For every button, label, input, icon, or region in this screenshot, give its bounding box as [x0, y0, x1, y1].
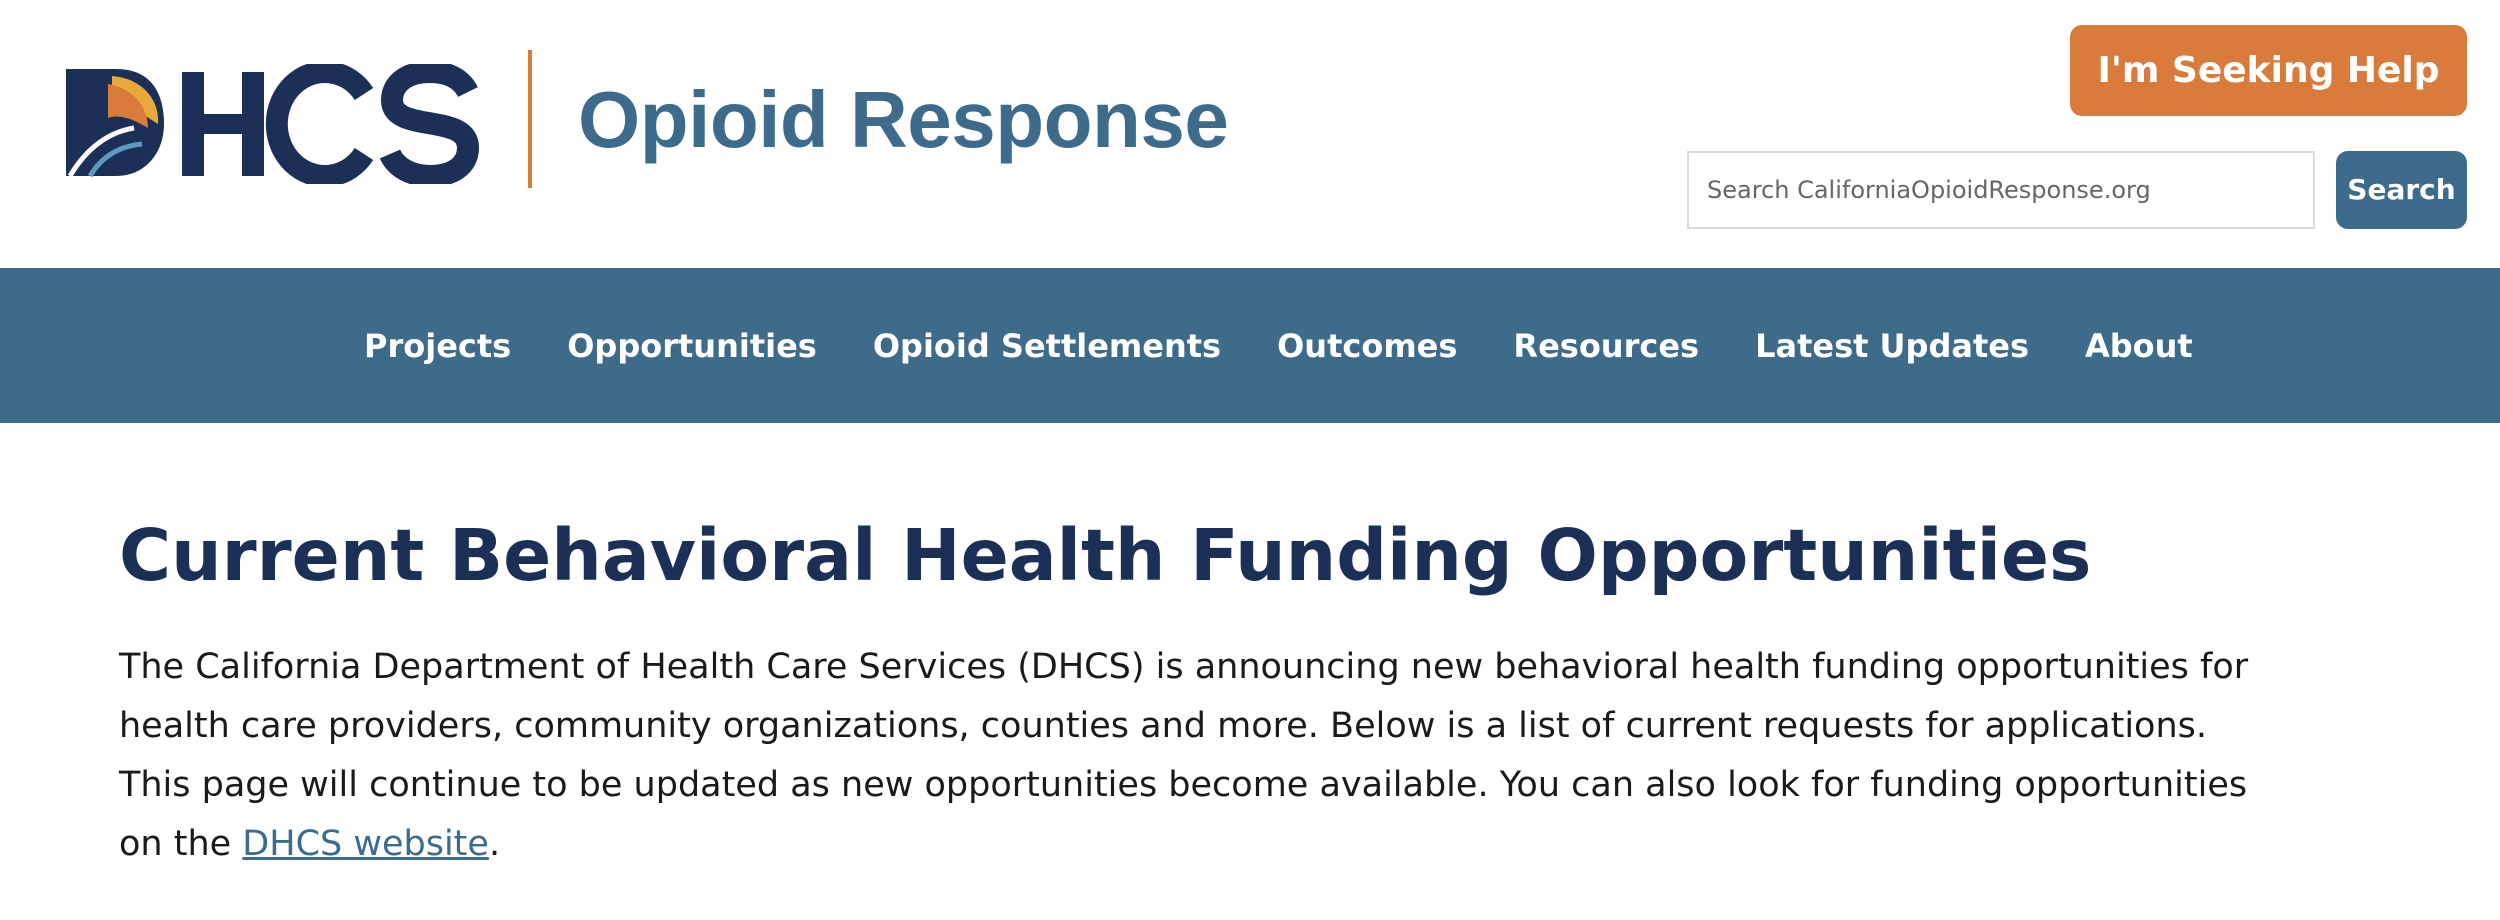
nav-item-opportunities[interactable]: Opportunities: [539, 327, 845, 365]
nav-item-resources[interactable]: Resources: [1485, 327, 1727, 365]
nav-list: Projects Opportunities Opioid Settlement…: [336, 268, 2221, 423]
nav-item-opioid-settlements[interactable]: Opioid Settlements: [845, 327, 1249, 365]
main-nav: Projects Opportunities Opioid Settlement…: [0, 268, 2500, 423]
intro-paragraph: The California Department of Health Care…: [119, 638, 2259, 874]
site-header: Opioid Response I'm Seeking Help Search: [0, 0, 2500, 268]
search-input[interactable]: [1687, 151, 2315, 229]
nav-item-projects[interactable]: Projects: [336, 327, 539, 365]
main-content: Current Behavioral Health Funding Opport…: [119, 508, 2269, 874]
logo-divider: [528, 50, 532, 188]
seeking-help-button[interactable]: I'm Seeking Help: [2070, 25, 2467, 116]
dhcs-logo-icon: [66, 64, 480, 184]
nav-item-latest-updates[interactable]: Latest Updates: [1727, 327, 2057, 365]
nav-item-outcomes[interactable]: Outcomes: [1249, 327, 1485, 365]
dhcs-website-link[interactable]: DHCS website: [242, 824, 489, 864]
page-title: Current Behavioral Health Funding Opport…: [119, 514, 2092, 597]
nav-item-about[interactable]: About: [2057, 327, 2221, 365]
site-name[interactable]: Opioid Response: [578, 68, 1229, 172]
search-button[interactable]: Search: [2336, 151, 2467, 229]
intro-end: .: [488, 824, 501, 864]
dhcs-logo[interactable]: [64, 64, 484, 184]
